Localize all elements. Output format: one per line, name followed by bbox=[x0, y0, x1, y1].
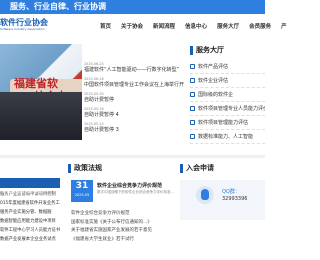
news-title[interactable]: 自助计费暂停 bbox=[84, 96, 189, 103]
service-list: 软件产品评估 软件企业评估 国际级的软件企 软件项目管理专业人员能力评价 软件项… bbox=[190, 60, 265, 144]
news-item[interactable]: 2025-06-16 中国软件项目管理专业工作会议在上海举行开 bbox=[84, 77, 189, 88]
policy-item[interactable]: 《福建省大学生就业》若干试行 bbox=[71, 236, 181, 245]
policy-item[interactable]: 关于福建省实施国家产业发展的若干意见 bbox=[71, 227, 181, 236]
document-icon bbox=[190, 106, 195, 111]
join-header: 入会申请 bbox=[180, 162, 214, 174]
notice-item[interactable]: 数据产业发展本企业业务试点 bbox=[0, 235, 62, 244]
news-item[interactable]: 2025-06-23 福建软件“人工智能驱动——行数字化转型” bbox=[84, 62, 189, 73]
service-label: 软件产品评估 bbox=[198, 64, 229, 70]
policy-title: 政策法规 bbox=[74, 164, 102, 172]
feature-date-badge: 31 2025-05 bbox=[71, 180, 93, 202]
news-list: 2025-06-23 福建软件“人工智能驱动——行数字化转型” 2025-06-… bbox=[84, 62, 189, 137]
policy-header: 政策法规 bbox=[68, 162, 102, 174]
service-hall: 服务大厅 软件产品评估 软件企业评估 国际级的软件企 软件项目管理专业人员能力评… bbox=[190, 44, 265, 144]
notice-item[interactable]: 软件工程中心学习人员能力证书 bbox=[0, 226, 62, 235]
nav-item-services[interactable]: 服务大厅 bbox=[212, 22, 244, 34]
news-item[interactable]: 2025-05-15 自助计费暂停 3 bbox=[84, 122, 189, 133]
service-hall-header: 服务大厅 bbox=[190, 44, 265, 56]
service-label: 数据标准能力、人工智能 bbox=[198, 134, 254, 140]
banner-slogan: 服务、行业自律、行业协调 bbox=[10, 2, 106, 11]
service-item[interactable]: 数据标准能力、人工智能 bbox=[190, 130, 265, 144]
nav-item-news[interactable]: 新闻流程 bbox=[148, 22, 180, 34]
section-divider bbox=[0, 155, 265, 158]
main-nav: 首页 关于协会 新闻流程 信息中心 服务大厅 会员服务 产 bbox=[95, 22, 292, 34]
service-item[interactable]: 软件产品评估 bbox=[190, 60, 265, 74]
nav-item-about[interactable]: 关于协会 bbox=[116, 22, 148, 34]
document-icon bbox=[190, 120, 195, 125]
news-title[interactable]: 福建软件“人工智能驱动——行数字化转型” bbox=[84, 66, 189, 73]
notice-tab[interactable]: 开展数据服务的通知 bbox=[0, 178, 60, 195]
news-title[interactable]: 自助计费暂停 4 bbox=[84, 111, 189, 118]
document-icon bbox=[190, 64, 195, 69]
document-icon bbox=[190, 92, 195, 97]
notice-item[interactable]: 服务产业实施分管、数据服 bbox=[0, 208, 62, 217]
notice-item[interactable]: 数据智能应用能力建设中项目 bbox=[0, 217, 62, 226]
feature-title[interactable]: 软件企业综合竞争力评价规范 bbox=[97, 182, 162, 189]
feature-description: 数字中国战略下的软件企业综合竞争力评价标准... bbox=[97, 190, 174, 194]
top-banner: 服务、行业自律、行业协调 bbox=[0, 0, 265, 14]
policy-item[interactable]: 软件企业综合竞争力评价规范 bbox=[71, 210, 181, 219]
section-marker bbox=[190, 45, 193, 55]
notice-list: 开展数据服务的通知 服务产业监管局申请项目控制 015年度福建省软件开发业务工 … bbox=[0, 178, 62, 244]
nav-item-products[interactable]: 产 bbox=[276, 22, 292, 34]
service-item[interactable]: 国际级的软件企 bbox=[190, 88, 265, 102]
news-title[interactable]: 自助计费暂停 3 bbox=[84, 126, 189, 133]
document-icon bbox=[190, 78, 195, 83]
news-item[interactable]: 2025-05-30 自助计费暂停 bbox=[84, 92, 189, 103]
news-title[interactable]: 中国软件项目管理专业工作会议在上海举行开 bbox=[84, 81, 189, 88]
feature-date-day: 31 bbox=[75, 181, 89, 191]
news-slider[interactable]: 福建省软 综合大 bbox=[0, 44, 82, 140]
service-item[interactable]: 软件项目管理专业人员能力评价 bbox=[190, 102, 265, 116]
feature-date-month: 2025-05 bbox=[74, 193, 90, 197]
service-hall-title: 服务大厅 bbox=[196, 46, 224, 54]
nav-item-home[interactable]: 首页 bbox=[95, 22, 116, 34]
slider-photo bbox=[0, 92, 82, 140]
service-item[interactable]: 软件企业评估 bbox=[190, 74, 265, 88]
service-label: 软件项目管理能力评估 bbox=[198, 120, 249, 126]
news-item[interactable]: 2025-05-16 自助计费暂停 4 bbox=[84, 107, 189, 118]
service-label: 软件企业评估 bbox=[198, 78, 229, 84]
logo-subtitle: Software Industry Association bbox=[0, 27, 45, 31]
nav-item-info[interactable]: 信息中心 bbox=[180, 22, 212, 34]
nav-item-members[interactable]: 会员服务 bbox=[244, 22, 276, 34]
qq-group-card[interactable]: QQ群： 32993396 bbox=[180, 180, 265, 220]
qq-icon bbox=[196, 186, 214, 204]
notice-tab-label: 开展数据服务的通知 bbox=[2, 190, 43, 195]
policy-item[interactable]: 国家标准实施《关于公布行信通知的...》 bbox=[71, 219, 181, 228]
policy-list: 软件企业综合竞争力评价规范 国家标准实施《关于公布行信通知的...》 关于福建省… bbox=[71, 210, 181, 244]
service-item[interactable]: 软件项目管理能力评估 bbox=[190, 116, 265, 130]
join-title: 入会申请 bbox=[186, 164, 214, 172]
qq-label: QQ群： bbox=[222, 189, 240, 195]
section-marker bbox=[68, 163, 71, 173]
notice-item[interactable]: 015年度福建省软件开发业务工 bbox=[0, 199, 62, 208]
service-label: 国际级的软件企 bbox=[198, 92, 234, 98]
section-marker bbox=[180, 163, 183, 173]
document-icon bbox=[190, 134, 195, 139]
qq-number: 32993396 bbox=[222, 196, 248, 202]
service-label: 软件项目管理专业人员能力评价 bbox=[198, 106, 265, 112]
